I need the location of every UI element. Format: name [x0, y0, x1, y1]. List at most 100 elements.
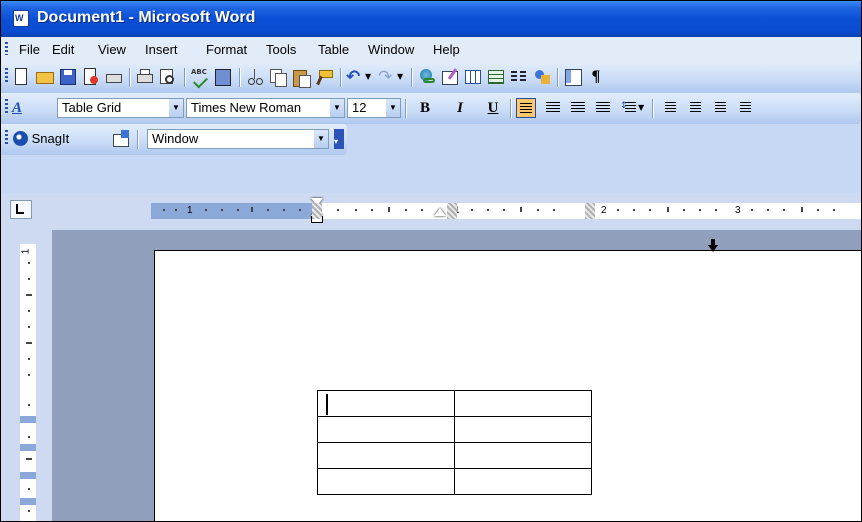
menu-table[interactable]: Table	[318, 42, 349, 57]
chevron-down-icon[interactable]: ▼	[386, 99, 400, 117]
table-cell[interactable]	[454, 442, 592, 469]
table-cell[interactable]	[317, 416, 455, 443]
ruler-tick	[175, 209, 177, 211]
menu-help[interactable]: Help	[433, 42, 460, 57]
line-spacing-button[interactable]: ↕	[618, 98, 638, 118]
snagit-toolbar-grip[interactable]	[5, 130, 8, 146]
menu-bar: File Edit View Insert Format Tools Table…	[1, 37, 861, 62]
styles-formatting-icon[interactable]: A	[12, 98, 32, 118]
column-marker[interactable]	[312, 203, 322, 219]
redo-dropdown-icon[interactable]: ▼	[397, 67, 407, 87]
columns-icon[interactable]	[509, 67, 529, 87]
ruler-tick	[421, 209, 423, 211]
snagit-icon	[13, 131, 28, 146]
table-row-marker[interactable]	[20, 498, 36, 505]
horizontal-ruler[interactable]: 1 1 2 3	[151, 198, 861, 223]
font-name-combo[interactable]: Times New Roman ▼	[186, 98, 345, 118]
permission-icon[interactable]	[81, 67, 101, 87]
bullets-button[interactable]	[683, 98, 703, 118]
document-map-icon[interactable]	[563, 67, 583, 87]
bold-button[interactable]: B	[414, 98, 436, 118]
word-app-icon[interactable]: W	[13, 10, 29, 27]
menu-format[interactable]: Format	[206, 42, 247, 57]
vertical-ruler[interactable]: 1	[1, 230, 52, 521]
table-cell[interactable]	[317, 390, 455, 417]
menu-file[interactable]: File	[19, 42, 40, 57]
italic-button[interactable]: I	[449, 98, 471, 118]
hyperlink-icon[interactable]	[417, 67, 437, 87]
snagit-send-icon[interactable]	[111, 129, 131, 149]
paste-icon[interactable]	[291, 67, 311, 88]
align-left-button[interactable]	[516, 98, 536, 118]
standard-toolbar-grip[interactable]	[5, 68, 8, 84]
style-combo[interactable]: Table Grid ▼	[57, 98, 184, 118]
insert-excel-icon[interactable]	[486, 67, 506, 87]
redo-icon[interactable]: ↷	[378, 67, 398, 87]
menu-insert[interactable]: Insert	[145, 42, 178, 57]
permission-print-icon[interactable]	[104, 67, 124, 87]
toolbar-options-icon[interactable]: ▾	[334, 129, 344, 149]
undo-dropdown-icon[interactable]: ▼	[365, 67, 375, 87]
underline-button[interactable]: U	[482, 98, 504, 118]
numbering-button[interactable]	[658, 98, 678, 118]
ruler-tick	[503, 209, 505, 211]
copy-icon[interactable]	[268, 67, 288, 87]
font-name-value: Times New Roman	[191, 100, 302, 115]
menu-bar-grip[interactable]	[5, 42, 8, 55]
line-spacing-dropdown-icon[interactable]: ▼	[638, 98, 648, 118]
menu-view[interactable]: View	[98, 42, 126, 57]
increase-indent-button[interactable]	[733, 98, 753, 118]
tab-selector-button[interactable]	[10, 200, 32, 219]
column-marker[interactable]	[447, 203, 457, 219]
formatting-toolbar-grip[interactable]	[5, 99, 8, 115]
print-icon[interactable]	[135, 67, 155, 87]
print-preview-icon[interactable]	[158, 67, 178, 87]
font-size-combo[interactable]: 12 ▼	[347, 98, 401, 118]
format-painter-icon[interactable]	[314, 67, 334, 87]
spelling-icon[interactable]: ABC	[190, 67, 210, 89]
menu-window[interactable]: Window	[368, 42, 414, 57]
table-cell[interactable]	[454, 468, 592, 495]
show-formatting-icon[interactable]: ¶	[586, 67, 606, 87]
align-right-button[interactable]	[568, 98, 588, 118]
snagit-mode-combo[interactable]: Window ▼	[147, 129, 329, 149]
mouse-pointer-icon	[708, 245, 718, 252]
chevron-down-icon[interactable]: ▼	[169, 99, 183, 117]
ruler-tick	[667, 207, 669, 212]
research-icon[interactable]	[213, 67, 233, 87]
ruler-tick	[28, 510, 30, 512]
tables-borders-icon[interactable]	[440, 67, 460, 87]
save-icon[interactable]	[58, 67, 78, 87]
right-indent-marker[interactable]	[434, 208, 446, 216]
ruler-tick	[699, 209, 701, 211]
table-row-marker[interactable]	[20, 444, 36, 451]
ruler-tick	[237, 209, 239, 211]
table-cell[interactable]	[454, 390, 592, 417]
new-icon[interactable]	[12, 67, 32, 87]
table-cell[interactable]	[317, 442, 455, 469]
document-page[interactable]	[154, 239, 861, 521]
ruler-tick	[28, 358, 30, 360]
open-icon[interactable]	[35, 67, 55, 87]
table-cell[interactable]	[454, 416, 592, 443]
document-table[interactable]	[317, 390, 592, 495]
column-marker[interactable]	[585, 203, 595, 219]
justify-button[interactable]	[593, 98, 613, 118]
separator	[137, 130, 138, 149]
undo-icon[interactable]: ↶	[346, 67, 366, 87]
snagit-capture-button[interactable]: SnagIt	[13, 129, 69, 149]
table-row-marker[interactable]	[20, 472, 36, 479]
cut-icon[interactable]	[245, 67, 265, 87]
insert-table-icon[interactable]	[463, 67, 483, 87]
drawing-icon[interactable]	[532, 67, 552, 87]
table-row-marker[interactable]	[20, 416, 36, 423]
menu-tools[interactable]: Tools	[266, 42, 296, 57]
align-center-button[interactable]	[543, 98, 563, 118]
chevron-down-icon[interactable]: ▼	[330, 99, 344, 117]
decrease-indent-button[interactable]	[708, 98, 728, 118]
menu-edit[interactable]: Edit	[52, 42, 74, 57]
table-cell[interactable]	[317, 468, 455, 495]
chevron-down-icon[interactable]: ▼	[314, 130, 328, 148]
ruler-tick	[283, 209, 285, 211]
formatting-toolbar: A Table Grid ▼ Times New Roman ▼ 12 ▼ B …	[1, 93, 861, 124]
